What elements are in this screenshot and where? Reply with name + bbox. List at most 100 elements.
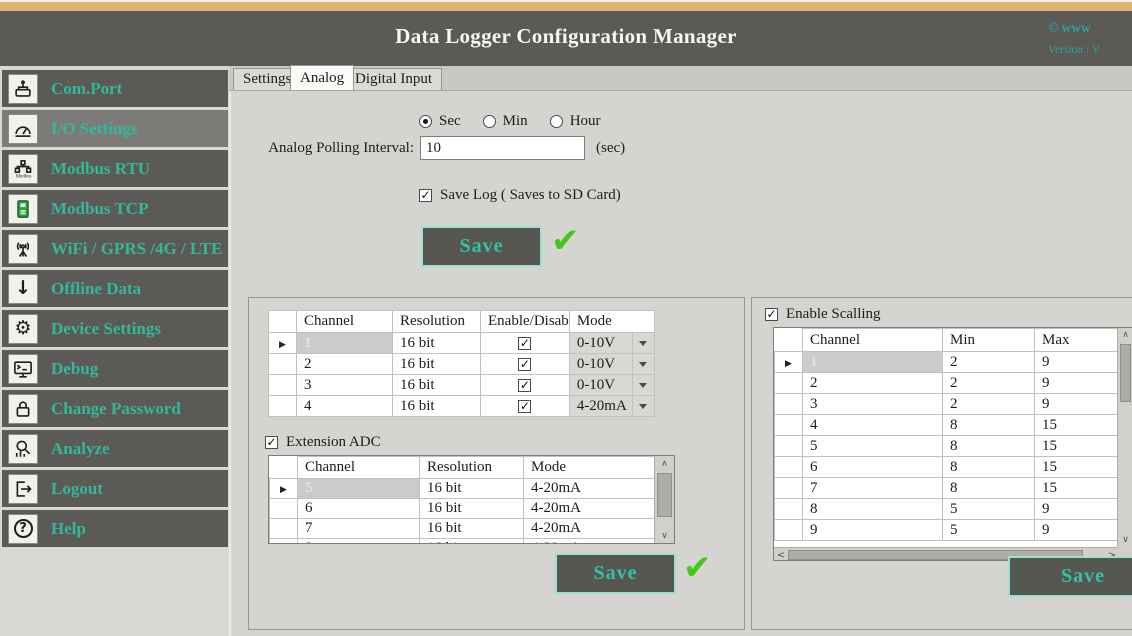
cell-channel[interactable]: 7 [803,478,943,499]
cell-min[interactable]: 2 [943,373,1035,394]
scroll-down-arrow[interactable]: ∨ [655,528,674,543]
enable-checkbox[interactable] [518,337,531,350]
cell-channel[interactable]: 3 [803,394,943,415]
save-adc-button[interactable]: Save [555,553,676,594]
row-selector[interactable] [269,375,297,396]
sidebar-item-modbus-rtu[interactable]: Modbus Modbus RTU [2,150,228,187]
cell-resolution[interactable]: 16 bit [393,333,481,354]
cell-channel[interactable]: 9 [803,520,943,541]
cell-channel[interactable]: 8 [298,539,420,545]
row-selector[interactable] [270,519,298,539]
scroll-left-arrow[interactable]: < [774,548,788,561]
enable-checkbox[interactable] [518,358,531,371]
cell-min[interactable]: 8 [943,457,1035,478]
radio-sec[interactable]: Sec [419,113,461,130]
cell-resolution[interactable]: 16 bit [393,354,481,375]
row-selector[interactable] [269,333,297,354]
sidebar-item-io-settings[interactable]: I/O Settings [2,110,228,147]
row-selector[interactable] [270,479,298,499]
cell-min[interactable]: 2 [943,352,1035,373]
cell-channel[interactable]: 2 [803,373,943,394]
mode-select[interactable]: 0-10V [569,375,632,396]
enable-scaling-checkbox[interactable] [765,308,778,321]
mode-select[interactable]: 0-10V [569,354,632,375]
cell-mode[interactable]: 4-20mA [524,479,656,499]
sidebar-item-analyze[interactable]: Analyze [2,430,228,467]
cell-channel[interactable]: 8 [803,499,943,520]
radio-icon[interactable] [419,115,432,128]
polling-interval-input[interactable] [420,136,585,160]
row-selector[interactable] [775,520,803,541]
cell-max[interactable]: 9 [1035,352,1120,373]
cell-channel[interactable]: 6 [298,499,420,519]
cell-channel[interactable]: 5 [298,479,420,499]
cell-channel[interactable]: 7 [298,519,420,539]
vertical-scrollbar[interactable]: ∧ ∨ [654,456,674,543]
dropdown-arrow-icon[interactable] [632,333,654,354]
save-scaling-button[interactable]: Save [1008,556,1132,597]
sidebar-item-change-password[interactable]: Change Password [2,390,228,427]
cell-channel[interactable]: 1 [803,352,943,373]
cell-max[interactable]: 15 [1035,436,1120,457]
cell-channel[interactable]: 4 [803,415,943,436]
cell-resolution[interactable]: 16 bit [420,479,524,499]
row-selector[interactable] [269,354,297,375]
dropdown-arrow-icon[interactable] [632,396,654,417]
save-log-checkbox[interactable] [419,189,432,202]
cell-max[interactable]: 9 [1035,394,1120,415]
enable-scaling-checkbox-row[interactable]: Enable Scalling [765,306,881,323]
radio-icon[interactable] [483,115,496,128]
scroll-down-arrow[interactable]: ∨ [1118,533,1132,547]
cell-resolution[interactable]: 16 bit [393,396,481,417]
scrollbar-thumb[interactable] [1120,344,1131,402]
cell-mode[interactable]: 4-20mA [524,539,656,545]
row-selector[interactable] [775,436,803,457]
cell-min[interactable]: 8 [943,436,1035,457]
cell-max[interactable]: 9 [1035,373,1120,394]
sidebar-item-help[interactable]: ? Help [2,510,228,547]
row-selector[interactable] [775,478,803,499]
scrollbar-thumb[interactable] [657,473,672,517]
dropdown-arrow-icon[interactable] [632,354,654,375]
tab-digital-input[interactable]: Digital Input [345,68,442,90]
row-selector[interactable] [269,396,297,417]
tab-analog[interactable]: Analog [290,65,354,90]
cell-max[interactable]: 15 [1035,415,1120,436]
row-selector[interactable] [775,394,803,415]
cell-channel[interactable]: 3 [297,375,393,396]
cell-min[interactable]: 8 [943,415,1035,436]
cell-max[interactable]: 9 [1035,520,1120,541]
extension-adc-checkbox-row[interactable]: Extension ADC [265,434,381,451]
row-selector[interactable] [775,499,803,520]
cell-channel[interactable]: 1 [297,333,393,354]
cell-mode[interactable]: 4-20mA [524,499,656,519]
scroll-up-arrow[interactable]: ∧ [655,456,674,471]
vertical-scrollbar[interactable]: ∧ ∨ [1117,328,1132,547]
mode-select[interactable]: 0-10V [569,333,632,354]
cell-resolution[interactable]: 16 bit [420,539,524,545]
sidebar-item-modbus-tcp[interactable]: Modbus TCP [2,190,228,227]
mode-select[interactable]: 4-20mA [569,396,632,417]
sidebar-item-wifi[interactable]: WiFi / GPRS /4G / LTE [2,230,228,267]
row-selector[interactable] [775,373,803,394]
row-selector[interactable] [775,415,803,436]
save-log-checkbox-row[interactable]: Save Log ( Saves to SD Card) [419,187,621,204]
sidebar-item-offline-data[interactable]: ↓ Offline Data [2,270,228,307]
cell-channel[interactable]: 5 [803,436,943,457]
cell-resolution[interactable]: 16 bit [420,499,524,519]
radio-icon[interactable] [550,115,563,128]
cell-channel[interactable]: 2 [297,354,393,375]
dropdown-arrow-icon[interactable] [632,375,654,396]
cell-min[interactable]: 8 [943,478,1035,499]
cell-resolution[interactable]: 16 bit [393,375,481,396]
cell-max[interactable]: 9 [1035,499,1120,520]
cell-mode[interactable]: 4-20mA [524,519,656,539]
enable-checkbox[interactable] [518,379,531,392]
sidebar-item-device-settings[interactable]: ⚙ Device Settings [2,310,228,347]
scroll-up-arrow[interactable]: ∧ [1118,328,1132,342]
save-polling-button[interactable]: Save [421,226,542,267]
cell-max[interactable]: 15 [1035,478,1120,499]
row-selector[interactable] [270,499,298,519]
radio-hour[interactable]: Hour [550,113,601,130]
cell-channel[interactable]: 4 [297,396,393,417]
